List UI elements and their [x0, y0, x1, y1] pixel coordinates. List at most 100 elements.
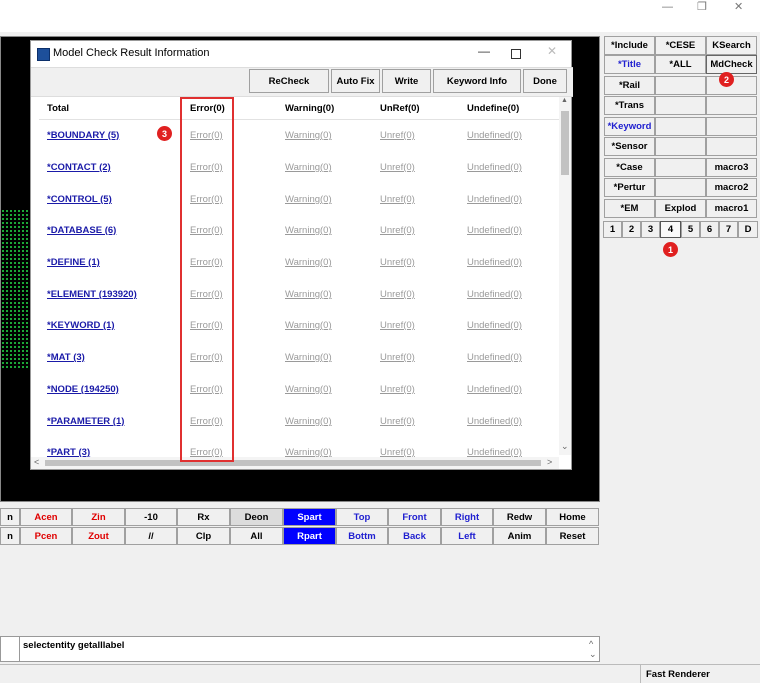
title-button[interactable]: *Title [604, 55, 655, 74]
dialog-maximize-icon[interactable] [511, 49, 521, 59]
deon-button[interactable]: Deon [230, 508, 283, 526]
unref-link[interactable]: Unref(0) [380, 194, 415, 205]
warning-link[interactable]: Warning(0) [285, 320, 332, 331]
undefined-link[interactable]: Undefined(0) [467, 194, 522, 205]
keyword-link[interactable]: *DATABASE (6) [47, 225, 116, 236]
scroll-up-icon[interactable]: ▲ [561, 97, 568, 104]
ksearch-button[interactable]: KSearch [706, 36, 757, 55]
keyword-button[interactable]: *Keyword [604, 117, 655, 136]
zout-button[interactable]: Zout [72, 527, 125, 545]
zin-button[interactable]: Zin [72, 508, 125, 526]
case-button[interactable]: *Case [604, 158, 655, 177]
page-tab-7[interactable]: 7 [719, 221, 738, 238]
page-tab-3[interactable]: 3 [641, 221, 660, 238]
pcen-button[interactable]: Pcen [20, 527, 72, 545]
macro2-button[interactable]: macro2 [706, 178, 757, 197]
em-button[interactable]: *EM [604, 199, 655, 218]
cese-button[interactable]: *CESE [655, 36, 706, 55]
scroll-right-icon[interactable]: > [547, 457, 552, 467]
empty-button[interactable] [655, 158, 706, 177]
restore-icon[interactable]: ❐ [697, 0, 707, 13]
page-tab-5[interactable]: 5 [681, 221, 700, 238]
command-scroll-up-icon[interactable]: ^ [589, 639, 593, 649]
done-button[interactable]: Done [523, 69, 567, 93]
scroll-down-icon[interactable]: ⌄ [561, 441, 569, 452]
undefined-link[interactable]: Undefined(0) [467, 162, 522, 173]
scroll-left-icon[interactable]: < [34, 457, 39, 467]
keyword-link[interactable]: *KEYWORD (1) [47, 320, 115, 331]
unref-link[interactable]: Unref(0) [380, 416, 415, 427]
unref-link[interactable]: Unref(0) [380, 130, 415, 141]
h-scroll-thumb[interactable] [45, 460, 541, 466]
write-button[interactable]: Write [382, 69, 431, 93]
unref-link[interactable]: Unref(0) [380, 257, 415, 268]
undefined-link[interactable]: Undefined(0) [467, 225, 522, 236]
page-tab-2[interactable]: 2 [622, 221, 641, 238]
left-button[interactable]: Left [441, 527, 493, 545]
mdcheck-button[interactable]: MdCheck [706, 55, 757, 74]
unref-link[interactable]: Unref(0) [380, 225, 415, 236]
undefined-link[interactable]: Undefined(0) [467, 352, 522, 363]
home-button[interactable]: Home [546, 508, 599, 526]
undefined-link[interactable]: Undefined(0) [467, 289, 522, 300]
keyword-link[interactable]: *CONTACT (2) [47, 162, 111, 173]
rail-button[interactable]: *Rail [604, 76, 655, 95]
page-tab-1[interactable]: 1 [603, 221, 622, 238]
undefined-link[interactable]: Undefined(0) [467, 416, 522, 427]
anim-button[interactable]: Anim [493, 527, 546, 545]
warning-link[interactable]: Warning(0) [285, 352, 332, 363]
n-button[interactable]: n [0, 508, 20, 526]
dialog-close-icon[interactable]: ✕ [547, 44, 557, 58]
minus-10-button[interactable]: -10 [125, 508, 177, 526]
page-tab-6[interactable]: 6 [700, 221, 719, 238]
warning-link[interactable]: Warning(0) [285, 130, 332, 141]
keyword-link[interactable]: *MAT (3) [47, 352, 85, 363]
empty-button[interactable] [655, 137, 706, 156]
warning-link[interactable]: Warning(0) [285, 289, 332, 300]
undefined-link[interactable]: Undefined(0) [467, 384, 522, 395]
acen-button[interactable]: Acen [20, 508, 72, 526]
keyword-link[interactable]: *BOUNDARY (5) [47, 130, 119, 141]
keyword-link[interactable]: *DEFINE (1) [47, 257, 100, 268]
bottm-button[interactable]: Bottm [336, 527, 388, 545]
keyword-link[interactable]: *NODE (194250) [47, 384, 119, 395]
rpart-button[interactable]: Rpart [283, 527, 336, 545]
warning-link[interactable]: Warning(0) [285, 162, 332, 173]
horizontal-scrollbar[interactable]: < > [31, 457, 559, 469]
sensor-button[interactable]: *Sensor [604, 137, 655, 156]
minimize-icon[interactable]: — [662, 1, 673, 13]
clp-button[interactable]: Clp [177, 527, 230, 545]
all-button[interactable]: *ALL [655, 55, 706, 74]
explod-button[interactable]: Explod [655, 199, 706, 218]
vertical-scrollbar[interactable]: ▲ ⌄ [559, 97, 571, 455]
auto-fix-button[interactable]: Auto Fix [331, 69, 380, 93]
n-button[interactable]: n [0, 527, 20, 545]
spart-button[interactable]: Spart [283, 508, 336, 526]
command-input[interactable]: selectentity getalllabel [23, 640, 124, 651]
dialog-minimize-icon[interactable]: — [478, 44, 490, 58]
undefined-link[interactable]: Undefined(0) [467, 257, 522, 268]
warning-link[interactable]: Warning(0) [285, 384, 332, 395]
warning-link[interactable]: Warning(0) [285, 225, 332, 236]
keyword-link[interactable]: *PARAMETER (1) [47, 416, 124, 427]
unref-link[interactable]: Unref(0) [380, 289, 415, 300]
empty-button[interactable] [655, 76, 706, 95]
macro3-button[interactable]: macro3 [706, 158, 757, 177]
top-button[interactable]: Top [336, 508, 388, 526]
rx-button[interactable]: Rx [177, 508, 230, 526]
unref-link[interactable]: Unref(0) [380, 320, 415, 331]
close-icon[interactable]: ✕ [734, 0, 743, 13]
warning-link[interactable]: Warning(0) [285, 194, 332, 205]
empty-button[interactable] [655, 117, 706, 136]
redw-button[interactable]: Redw [493, 508, 546, 526]
undefined-link[interactable]: Undefined(0) [467, 130, 522, 141]
keyword-link[interactable]: *ELEMENT (193920) [47, 289, 137, 300]
unref-link[interactable]: Unref(0) [380, 352, 415, 363]
empty-button[interactable] [706, 117, 757, 136]
right-button[interactable]: Right [441, 508, 493, 526]
undefined-link[interactable]: Undefined(0) [467, 320, 522, 331]
parallel-button[interactable]: // [125, 527, 177, 545]
include-button[interactable]: *Include [604, 36, 655, 55]
reset-button[interactable]: Reset [546, 527, 599, 545]
warning-link[interactable]: Warning(0) [285, 257, 332, 268]
